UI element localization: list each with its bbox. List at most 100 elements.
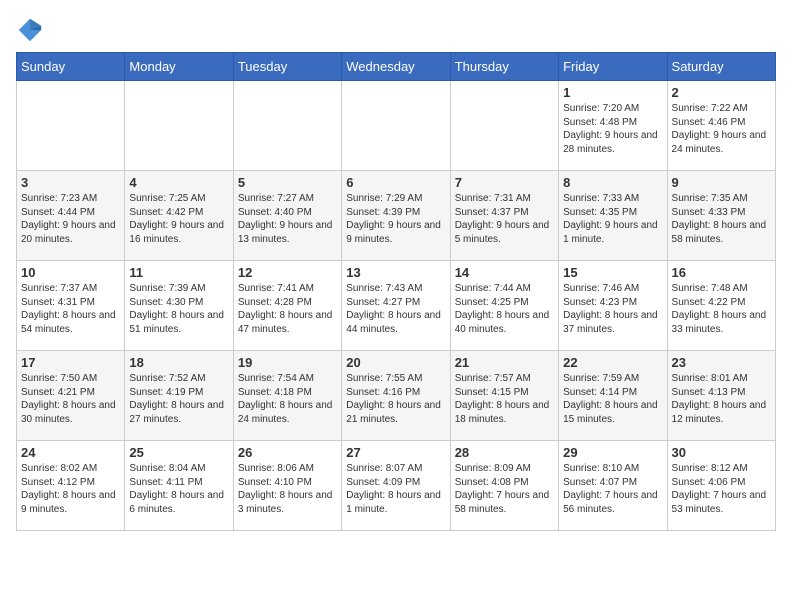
day-info: Sunrise: 8:09 AM Sunset: 4:08 PM Dayligh… (455, 462, 554, 516)
week-row-5: 24 Sunrise: 8:02 AM Sunset: 4:12 PM Dayli… (17, 441, 776, 531)
day-cell: 25 Sunrise: 8:04 AM Sunset: 4:11 PM Dayli… (125, 441, 233, 531)
day-info: Sunrise: 7:23 AM Sunset: 4:44 PM Dayligh… (21, 192, 120, 246)
day-cell: 7 Sunrise: 7:31 AM Sunset: 4:37 PM Daylig… (450, 171, 558, 261)
day-number: 30 (672, 445, 771, 460)
day-number: 21 (455, 355, 554, 370)
calendar-table: SundayMondayTuesdayWednesdayThursdayFrid… (16, 52, 776, 531)
day-info: Sunrise: 7:48 AM Sunset: 4:22 PM Dayligh… (672, 282, 771, 336)
day-cell: 6 Sunrise: 7:29 AM Sunset: 4:39 PM Daylig… (342, 171, 450, 261)
day-cell: 21 Sunrise: 7:57 AM Sunset: 4:15 PM Dayli… (450, 351, 558, 441)
day-cell: 22 Sunrise: 7:59 AM Sunset: 4:14 PM Dayli… (559, 351, 667, 441)
day-cell: 1 Sunrise: 7:20 AM Sunset: 4:48 PM Daylig… (559, 81, 667, 171)
header-thursday: Thursday (450, 53, 558, 81)
day-info: Sunrise: 7:59 AM Sunset: 4:14 PM Dayligh… (563, 372, 662, 426)
day-info: Sunrise: 7:39 AM Sunset: 4:30 PM Dayligh… (129, 282, 228, 336)
day-info: Sunrise: 7:55 AM Sunset: 4:16 PM Dayligh… (346, 372, 445, 426)
day-number: 26 (238, 445, 337, 460)
day-info: Sunrise: 8:06 AM Sunset: 4:10 PM Dayligh… (238, 462, 337, 516)
day-number: 6 (346, 175, 445, 190)
day-info: Sunrise: 7:46 AM Sunset: 4:23 PM Dayligh… (563, 282, 662, 336)
header-sunday: Sunday (17, 53, 125, 81)
day-cell: 13Sunrise: 7:43 AM Sunset: 4:27 PM Dayli… (342, 261, 450, 351)
day-number: 20 (346, 355, 445, 370)
day-info: Sunrise: 7:35 AM Sunset: 4:33 PM Dayligh… (672, 192, 771, 246)
day-info: Sunrise: 8:12 AM Sunset: 4:06 PM Dayligh… (672, 462, 771, 516)
day-number: 10 (21, 265, 120, 280)
day-cell: 12 Sunrise: 7:41 AM Sunset: 4:28 PM Dayli… (233, 261, 341, 351)
day-number: 3 (21, 175, 120, 190)
day-info: Sunrise: 8:01 AM Sunset: 4:13 PM Dayligh… (672, 372, 771, 426)
day-number: 14 (455, 265, 554, 280)
day-info: Sunrise: 8:07 AM Sunset: 4:09 PM Dayligh… (346, 462, 445, 516)
week-row-1: 1 Sunrise: 7:20 AM Sunset: 4:48 PM Daylig… (17, 81, 776, 171)
day-number: 25 (129, 445, 228, 460)
day-number: 12 (238, 265, 337, 280)
day-cell: 26 Sunrise: 8:06 AM Sunset: 4:10 PM Dayli… (233, 441, 341, 531)
day-number: 22 (563, 355, 662, 370)
header-friday: Friday (559, 53, 667, 81)
day-cell (342, 81, 450, 171)
day-info: Sunrise: 7:57 AM Sunset: 4:15 PM Dayligh… (455, 372, 554, 426)
header-wednesday: Wednesday (342, 53, 450, 81)
day-number: 16 (672, 265, 771, 280)
day-cell: 14 Sunrise: 7:44 AM Sunset: 4:25 PM Dayli… (450, 261, 558, 351)
day-info: Sunrise: 8:10 AM Sunset: 4:07 PM Dayligh… (563, 462, 662, 516)
day-number: 29 (563, 445, 662, 460)
day-info: Sunrise: 8:04 AM Sunset: 4:11 PM Dayligh… (129, 462, 228, 516)
day-info: Sunrise: 7:20 AM Sunset: 4:48 PM Dayligh… (563, 102, 662, 156)
day-cell: 16 Sunrise: 7:48 AM Sunset: 4:22 PM Dayli… (667, 261, 775, 351)
day-cell (233, 81, 341, 171)
day-number: 5 (238, 175, 337, 190)
day-number: 23 (672, 355, 771, 370)
day-cell: 24 Sunrise: 8:02 AM Sunset: 4:12 PM Dayli… (17, 441, 125, 531)
day-cell: 2 Sunrise: 7:22 AM Sunset: 4:46 PM Daylig… (667, 81, 775, 171)
day-info: Sunrise: 7:22 AM Sunset: 4:46 PM Dayligh… (672, 102, 771, 156)
day-number: 15 (563, 265, 662, 280)
day-info: Sunrise: 8:02 AM Sunset: 4:12 PM Dayligh… (21, 462, 120, 516)
day-cell: 5Sunrise: 7:27 AM Sunset: 4:40 PM Daylig… (233, 171, 341, 261)
day-info: Sunrise: 7:29 AM Sunset: 4:39 PM Dayligh… (346, 192, 445, 246)
day-cell: 8Sunrise: 7:33 AM Sunset: 4:35 PM Daylig… (559, 171, 667, 261)
day-number: 7 (455, 175, 554, 190)
header-monday: Monday (125, 53, 233, 81)
day-cell: 23 Sunrise: 8:01 AM Sunset: 4:13 PM Dayli… (667, 351, 775, 441)
day-number: 4 (129, 175, 228, 190)
day-info: Sunrise: 7:44 AM Sunset: 4:25 PM Dayligh… (455, 282, 554, 336)
day-number: 2 (672, 85, 771, 100)
day-number: 28 (455, 445, 554, 460)
page-header (16, 16, 776, 44)
day-cell: 18 Sunrise: 7:52 AM Sunset: 4:19 PM Dayli… (125, 351, 233, 441)
day-cell: 27 Sunrise: 8:07 AM Sunset: 4:09 PM Dayli… (342, 441, 450, 531)
day-number: 17 (21, 355, 120, 370)
week-row-3: 10Sunrise: 7:37 AM Sunset: 4:31 PM Dayli… (17, 261, 776, 351)
day-info: Sunrise: 7:33 AM Sunset: 4:35 PM Dayligh… (563, 192, 662, 246)
day-info: Sunrise: 7:25 AM Sunset: 4:42 PM Dayligh… (129, 192, 228, 246)
day-cell: 29 Sunrise: 8:10 AM Sunset: 4:07 PM Dayli… (559, 441, 667, 531)
week-row-2: 3 Sunrise: 7:23 AM Sunset: 4:44 PM Daylig… (17, 171, 776, 261)
day-number: 18 (129, 355, 228, 370)
day-number: 24 (21, 445, 120, 460)
day-cell: 28 Sunrise: 8:09 AM Sunset: 4:08 PM Dayli… (450, 441, 558, 531)
day-cell (17, 81, 125, 171)
day-number: 1 (563, 85, 662, 100)
day-info: Sunrise: 7:31 AM Sunset: 4:37 PM Dayligh… (455, 192, 554, 246)
day-cell: 4 Sunrise: 7:25 AM Sunset: 4:42 PM Daylig… (125, 171, 233, 261)
day-cell: 10Sunrise: 7:37 AM Sunset: 4:31 PM Dayli… (17, 261, 125, 351)
header-tuesday: Tuesday (233, 53, 341, 81)
day-cell: 19Sunrise: 7:54 AM Sunset: 4:18 PM Dayli… (233, 351, 341, 441)
day-number: 27 (346, 445, 445, 460)
calendar-body: 1 Sunrise: 7:20 AM Sunset: 4:48 PM Daylig… (17, 81, 776, 531)
day-number: 11 (129, 265, 228, 280)
day-cell: 30 Sunrise: 8:12 AM Sunset: 4:06 PM Dayli… (667, 441, 775, 531)
week-row-4: 17Sunrise: 7:50 AM Sunset: 4:21 PM Dayli… (17, 351, 776, 441)
day-info: Sunrise: 7:52 AM Sunset: 4:19 PM Dayligh… (129, 372, 228, 426)
day-number: 9 (672, 175, 771, 190)
header-saturday: Saturday (667, 53, 775, 81)
day-info: Sunrise: 7:41 AM Sunset: 4:28 PM Dayligh… (238, 282, 337, 336)
day-cell: 15 Sunrise: 7:46 AM Sunset: 4:23 PM Dayli… (559, 261, 667, 351)
day-cell (450, 81, 558, 171)
day-cell: 3 Sunrise: 7:23 AM Sunset: 4:44 PM Daylig… (17, 171, 125, 261)
day-info: Sunrise: 7:54 AM Sunset: 4:18 PM Dayligh… (238, 372, 337, 426)
logo-icon (16, 16, 44, 44)
day-number: 13 (346, 265, 445, 280)
